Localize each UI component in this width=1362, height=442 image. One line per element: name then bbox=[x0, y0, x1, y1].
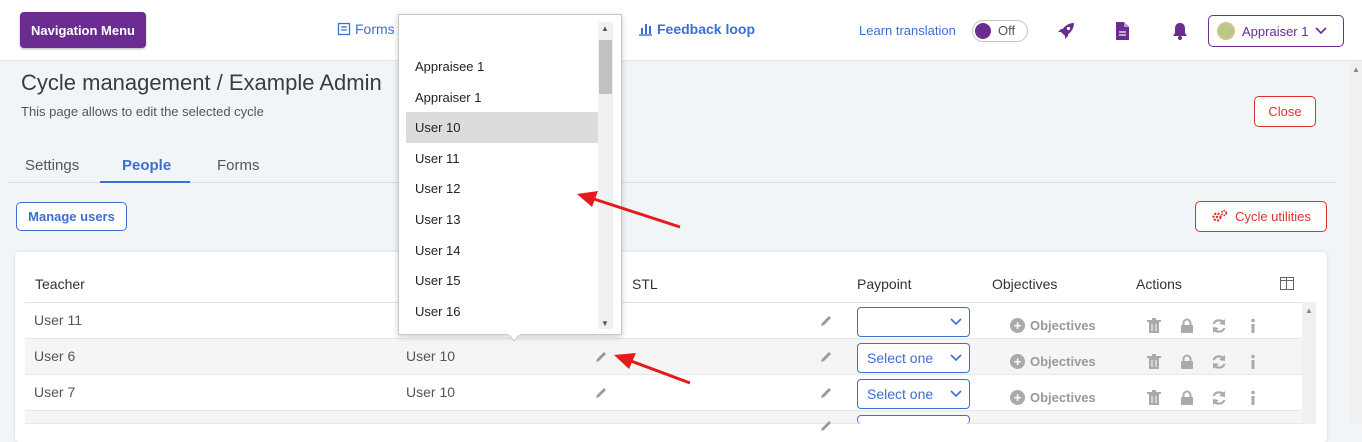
lock-icon[interactable] bbox=[1179, 354, 1195, 370]
pencil-icon[interactable] bbox=[819, 419, 833, 433]
cycle-utilities-button[interactable]: Cycle utilities bbox=[1195, 201, 1327, 232]
dropdown-option[interactable]: User 13 bbox=[406, 204, 598, 235]
toggle-knob bbox=[975, 23, 991, 39]
reviewer-cell: User 10 bbox=[406, 384, 456, 400]
scroll-up-icon[interactable]: ▲ bbox=[1352, 65, 1360, 74]
tab-people[interactable]: People bbox=[122, 157, 171, 174]
table-scrollbar[interactable]: ▲ bbox=[1302, 302, 1316, 424]
dropdown-option[interactable]: User 14 bbox=[406, 235, 598, 266]
plus-circle-icon: + bbox=[1010, 390, 1025, 405]
navigation-menu-button[interactable]: Navigation Menu bbox=[20, 12, 146, 48]
trash-icon[interactable] bbox=[1146, 390, 1162, 406]
pencil-icon[interactable] bbox=[819, 314, 833, 328]
dropdown-option[interactable]: Appraisee 1 bbox=[406, 51, 598, 82]
teacher-cell: User 6 bbox=[34, 348, 76, 364]
dropdown-option[interactable]: User 16 bbox=[406, 296, 598, 327]
feedback-loop-label: Feedback loop bbox=[657, 21, 756, 37]
info-icon[interactable] bbox=[1245, 390, 1261, 406]
refresh-icon[interactable] bbox=[1211, 390, 1227, 406]
table-row bbox=[25, 303, 1302, 339]
user-menu-button[interactable]: Appraiser 1 bbox=[1208, 15, 1344, 47]
table-row bbox=[25, 375, 1302, 411]
top-bar: Navigation Menu Forms Feedback loop Lear… bbox=[0, 0, 1362, 61]
scroll-down-icon[interactable]: ▼ bbox=[601, 319, 609, 328]
chevron-down-icon bbox=[950, 354, 962, 362]
refresh-icon[interactable] bbox=[1211, 318, 1227, 334]
translation-toggle[interactable]: Off bbox=[972, 20, 1028, 42]
table-row bbox=[25, 339, 1302, 375]
objectives-label: Objectives bbox=[1030, 354, 1096, 369]
reviewer-cell: User 10 bbox=[406, 348, 456, 364]
page-subtitle: This page allows to edit the selected cy… bbox=[21, 104, 264, 119]
page-scrollbar[interactable]: ▲ bbox=[1350, 61, 1362, 424]
add-objectives-button[interactable]: + Objectives bbox=[1010, 354, 1096, 369]
active-tab-indicator bbox=[100, 181, 190, 183]
objectives-label: Objectives bbox=[1030, 390, 1096, 405]
paypoint-select[interactable] bbox=[857, 415, 970, 424]
page-title: Cycle management / Example Admin bbox=[21, 70, 382, 95]
teacher-cell: User 7 bbox=[34, 384, 76, 400]
pencil-icon[interactable] bbox=[819, 350, 833, 364]
dropdown-option[interactable]: User 11 bbox=[406, 143, 598, 174]
table-row bbox=[25, 411, 1302, 424]
trash-icon[interactable] bbox=[1146, 318, 1162, 334]
user-name: Appraiser 1 bbox=[1242, 23, 1309, 39]
feedback-loop-link[interactable]: Feedback loop bbox=[638, 21, 755, 37]
header-stl: STL bbox=[632, 276, 658, 292]
scroll-up-icon[interactable]: ▲ bbox=[601, 24, 609, 33]
dropdown-option[interactable]: Appraiser 1 bbox=[406, 82, 598, 113]
pencil-icon[interactable] bbox=[594, 350, 608, 364]
add-objectives-button[interactable]: + Objectives bbox=[1010, 390, 1096, 405]
header-teacher: Teacher bbox=[35, 276, 85, 292]
header-paypoint: Paypoint bbox=[857, 276, 912, 292]
close-button[interactable]: Close bbox=[1254, 96, 1316, 127]
bar-chart-icon bbox=[639, 24, 652, 36]
tab-forms[interactable]: Forms bbox=[217, 157, 260, 174]
toggle-state-label: Off bbox=[998, 23, 1016, 38]
refresh-icon[interactable] bbox=[1211, 354, 1227, 370]
form-icon bbox=[337, 22, 351, 36]
reviewer-dropdown: ▲ ▼ Appraisee 1 Appraiser 1 User 10 User 11… bbox=[398, 14, 622, 335]
info-icon[interactable] bbox=[1245, 354, 1261, 370]
learn-translation-label: Learn translation bbox=[859, 23, 956, 38]
forms-link[interactable]: Forms bbox=[337, 21, 395, 37]
lock-icon[interactable] bbox=[1179, 390, 1195, 406]
cycle-utilities-label: Cycle utilities bbox=[1235, 209, 1311, 224]
rocket-icon[interactable] bbox=[1055, 20, 1077, 42]
objectives-label: Objectives bbox=[1030, 318, 1096, 333]
chevron-down-icon bbox=[950, 390, 962, 398]
trash-icon[interactable] bbox=[1146, 354, 1162, 370]
teacher-cell: User 11 bbox=[34, 312, 82, 328]
add-objectives-button[interactable]: + Objectives bbox=[1010, 318, 1096, 333]
dropdown-scroll-thumb[interactable] bbox=[599, 40, 612, 94]
dropdown-option[interactable]: User 12 bbox=[406, 173, 598, 204]
info-icon[interactable] bbox=[1245, 318, 1261, 334]
dropdown-pointer bbox=[508, 334, 520, 341]
gears-icon bbox=[1212, 209, 1228, 222]
manage-users-button[interactable]: Manage users bbox=[16, 202, 127, 231]
document-icon[interactable] bbox=[1111, 20, 1133, 42]
header-actions: Actions bbox=[1136, 276, 1182, 292]
lock-icon[interactable] bbox=[1179, 318, 1195, 334]
column-toggle-icon[interactable] bbox=[1280, 277, 1294, 290]
avatar bbox=[1217, 22, 1235, 40]
dropdown-option[interactable]: User 10 bbox=[406, 112, 598, 144]
pencil-icon[interactable] bbox=[594, 386, 608, 400]
tab-bar: Settings People Forms bbox=[8, 149, 1336, 183]
plus-circle-icon: + bbox=[1010, 318, 1025, 333]
plus-circle-icon: + bbox=[1010, 354, 1025, 369]
dropdown-option[interactable]: User 15 bbox=[406, 265, 598, 296]
forms-link-label: Forms bbox=[355, 21, 395, 37]
chevron-down-icon bbox=[1315, 27, 1328, 35]
tab-settings[interactable]: Settings bbox=[25, 157, 79, 174]
pencil-icon[interactable] bbox=[819, 386, 833, 400]
bell-icon[interactable] bbox=[1169, 20, 1191, 42]
chevron-down-icon bbox=[950, 318, 962, 326]
header-objectives: Objectives bbox=[992, 276, 1058, 292]
scroll-up-icon[interactable]: ▲ bbox=[1305, 306, 1313, 315]
dropdown-scrollbar[interactable]: ▲ ▼ bbox=[598, 22, 613, 329]
